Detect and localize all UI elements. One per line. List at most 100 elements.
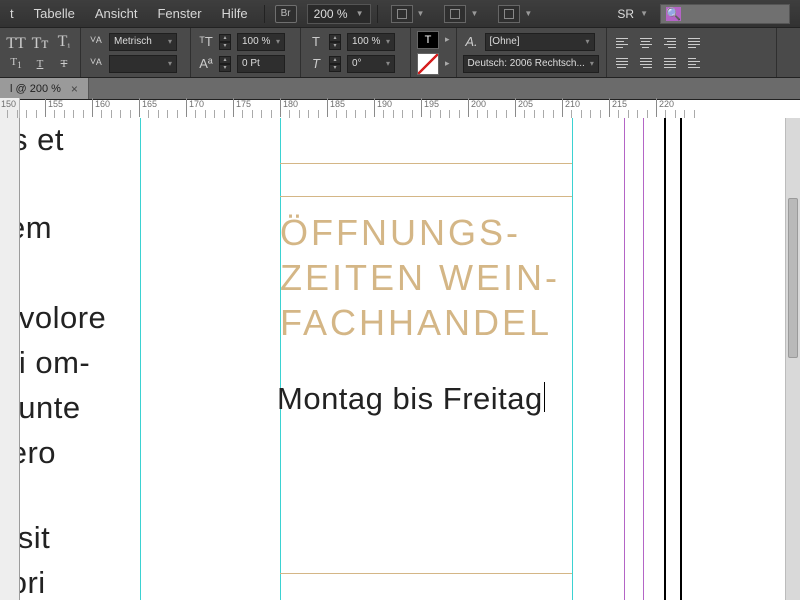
align-center-button[interactable] (637, 35, 655, 51)
smallcaps-button[interactable]: Tᴛ (30, 36, 50, 52)
baseline-stepper[interactable]: ▴▾ (219, 56, 231, 72)
ruler-minor-tick (684, 110, 685, 118)
scrollbar-thumb[interactable] (788, 198, 798, 358)
editing-text-value: Montag bis Freitag (277, 381, 543, 416)
char-case-group: TT Tᴛ T¹ T1 T T (0, 28, 81, 77)
stroke-color-button[interactable] (417, 53, 439, 75)
document-tab[interactable]: l @ 200 % × (0, 78, 89, 99)
column-guide[interactable] (572, 118, 573, 600)
ruler-minor-tick (148, 110, 149, 118)
vscale-stepper[interactable]: ▴▾ (219, 34, 231, 50)
canvas[interactable]: natis et em n volore nti om- andunte ace… (20, 118, 800, 600)
spread-gap (680, 118, 682, 600)
ruler-label: 165 (142, 99, 157, 109)
justify-all-button[interactable] (661, 55, 679, 71)
view-options-button[interactable]: ▼ (387, 5, 435, 23)
hscale-icon: T (307, 34, 325, 50)
body-text: nsit (20, 516, 50, 559)
arrange-docs-button[interactable]: ▼ (494, 5, 542, 23)
ruler-label: 160 (95, 99, 110, 109)
hscale-stepper[interactable]: ▴▾ (329, 34, 341, 50)
work-area: 1501551601651701751801851901952002052102… (0, 98, 800, 600)
ruler-minor-tick (402, 110, 403, 118)
ruler-major-tick: 220 (656, 98, 657, 117)
margin-guide[interactable] (624, 118, 625, 600)
skew-stepper[interactable]: ▴▾ (329, 56, 341, 72)
ruler-minor-tick (261, 110, 262, 118)
editing-text-line[interactable]: Montag bis Freitag (277, 377, 545, 420)
justify-left-button[interactable] (685, 35, 703, 51)
align-spine-button[interactable] (685, 55, 703, 71)
skew-field[interactable]: 0° ▾ (347, 55, 395, 73)
ruler-minor-tick (36, 110, 37, 118)
ruler-minor-tick (224, 110, 225, 118)
close-icon[interactable]: × (71, 82, 78, 96)
body-text: oori (20, 561, 46, 600)
ruler-minor-tick (318, 110, 319, 118)
language-field[interactable]: Deutsch: 2006 Rechtsch... ▾ (463, 55, 599, 73)
ruler-major-tick: 165 (139, 98, 140, 117)
menu-ansicht[interactable]: Ansicht (85, 0, 148, 27)
scrollbar-vertical[interactable] (785, 118, 800, 600)
ruler-minor-tick (524, 110, 525, 118)
zoom-level-field[interactable]: 200 % ▼ (307, 4, 371, 24)
menu-hilfe[interactable]: Hilfe (212, 0, 258, 27)
menu-tabelle[interactable]: Tabelle (24, 0, 85, 27)
skew-icon: T (307, 56, 325, 72)
ruler-minor-tick (158, 110, 159, 118)
ruler-label: 155 (48, 99, 63, 109)
align-right-button[interactable] (661, 35, 679, 51)
chevron-right-icon: ▸ (445, 34, 450, 45)
menu-bar: t Tabelle Ansicht Fenster Hilfe Br 200 %… (0, 0, 800, 28)
ruler-minor-tick (675, 110, 676, 118)
vscale-field[interactable]: 100 % ▾ (237, 33, 285, 51)
screen-mode-button[interactable]: ▼ (440, 5, 488, 23)
margin-guide[interactable] (643, 118, 644, 600)
menu-truncated[interactable]: t (0, 0, 24, 27)
allcaps-button[interactable]: TT (6, 36, 26, 52)
subscript-button[interactable]: T1 (6, 57, 26, 70)
align-left-button[interactable] (613, 35, 631, 51)
ruler-minor-tick (242, 110, 243, 118)
chevron-down-icon: ▾ (163, 37, 172, 46)
ruler-major-tick: 185 (327, 98, 328, 117)
superscript-button[interactable]: T¹ (54, 34, 74, 53)
chevron-down-icon: ▾ (585, 59, 594, 68)
text-caret (544, 382, 545, 412)
justify-center-button[interactable] (613, 55, 631, 71)
menu-fenster[interactable]: Fenster (147, 0, 211, 27)
hscale-value: 100 % (352, 36, 380, 47)
body-text: andunte (20, 386, 81, 429)
search-field[interactable]: 🔍 (660, 4, 790, 24)
hscale-field[interactable]: 100 % ▾ (347, 33, 395, 51)
ruler-minor-tick (7, 110, 8, 118)
strikethrough-button[interactable]: T (54, 59, 74, 70)
ruler-minor-tick (534, 110, 535, 118)
fill-color-button[interactable]: T (417, 31, 439, 49)
text-frame-edge (280, 573, 572, 574)
ruler-major-tick: 215 (609, 98, 610, 117)
char-style-field[interactable]: [Ohne] ▾ (485, 33, 595, 51)
workspace-label[interactable]: SR (617, 7, 634, 21)
ruler-minor-tick (355, 110, 356, 118)
kerning-icon: ⱽᴬ (87, 34, 105, 50)
chevron-down-icon: ▼ (640, 9, 648, 18)
skew-value: 0° (352, 58, 362, 69)
ruler-vertical[interactable] (0, 118, 20, 600)
kerning-field[interactable]: Metrisch ▾ (109, 33, 177, 51)
ruler-minor-tick (430, 110, 431, 118)
ruler-major-tick: 210 (562, 98, 563, 117)
ruler-minor-tick (205, 110, 206, 118)
vscale-icon: ᵀT (197, 34, 215, 50)
baseline-field[interactable]: 0 Pt (237, 55, 285, 73)
ruler-minor-tick (440, 110, 441, 118)
bridge-icon[interactable]: Br (275, 5, 297, 23)
underline-button[interactable]: T (30, 59, 50, 70)
column-guide[interactable] (280, 118, 281, 600)
tracking-field[interactable]: ▾ (109, 55, 177, 73)
column-guide[interactable] (140, 118, 141, 600)
ruler-label: 180 (283, 99, 298, 109)
text-frame-edge (280, 163, 572, 164)
justify-right-button[interactable] (637, 55, 655, 71)
text-frame-edge (280, 196, 572, 197)
